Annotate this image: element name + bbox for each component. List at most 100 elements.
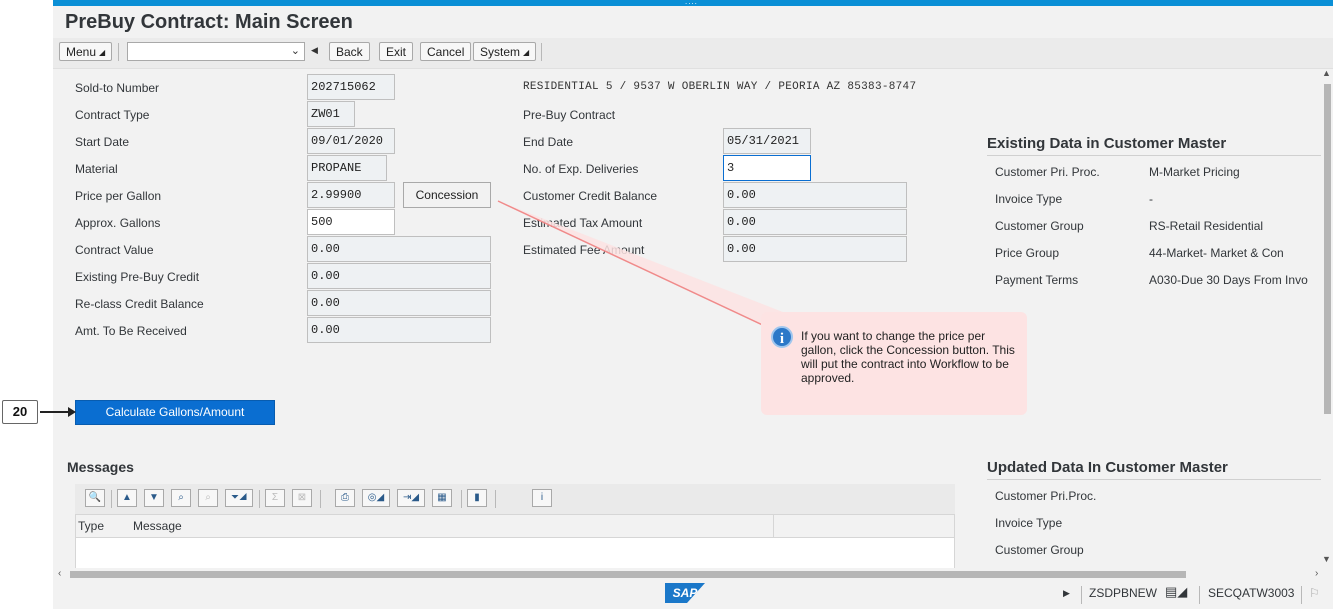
contract-type-field[interactable]: ZW01 bbox=[307, 101, 355, 127]
material-field[interactable]: PROPANE bbox=[307, 155, 387, 181]
exp-deliveries-label: No. of Exp. Deliveries bbox=[523, 162, 639, 176]
step-badge: 20 bbox=[2, 400, 38, 424]
exp-deliveries-field[interactable]: 3 bbox=[723, 155, 811, 181]
vertical-scrollbar[interactable]: ▲ ▼ bbox=[1321, 68, 1333, 568]
layout-icon[interactable]: ▦ bbox=[432, 489, 452, 507]
scroll-left-icon[interactable]: ‹ bbox=[58, 568, 61, 579]
scroll-up-icon[interactable]: ▲ bbox=[1322, 68, 1331, 78]
end-date-field[interactable]: 05/31/2021 bbox=[723, 128, 811, 154]
column-divider bbox=[773, 515, 774, 537]
info-icon[interactable]: i bbox=[532, 489, 552, 507]
exit-button[interactable]: Exit bbox=[379, 42, 414, 61]
existing-invoice-type-value: - bbox=[1149, 192, 1153, 206]
status-separator bbox=[1301, 586, 1302, 604]
updated-customer-group-label: Customer Group bbox=[995, 543, 1084, 557]
sold-to-field[interactable]: 202715062 bbox=[307, 74, 395, 100]
system-button[interactable]: System ◢ bbox=[473, 42, 537, 61]
contract-value-field[interactable]: 0.00 bbox=[307, 236, 491, 262]
toolbar: Menu ◢ ⌄ ◀ Back Exit Cancel System ◢ bbox=[53, 38, 1333, 69]
filter-icon[interactable]: ⏷◢ bbox=[225, 489, 253, 507]
horizontal-scrollbar[interactable]: ‹ › bbox=[53, 568, 1333, 580]
vertical-scroll-thumb[interactable] bbox=[1324, 84, 1331, 414]
existing-payment-terms-value: A030-Due 30 Days From Invo bbox=[1149, 273, 1308, 287]
subtotal-icon[interactable]: ⊠ bbox=[292, 489, 312, 507]
amt-to-be-received-label: Amt. To Be Received bbox=[75, 324, 187, 338]
chevron-down-icon[interactable]: ⌄ bbox=[291, 44, 300, 57]
toolbar-separator bbox=[461, 490, 462, 508]
toolbar-separator bbox=[541, 43, 542, 61]
scroll-down-icon[interactable]: ▼ bbox=[1322, 554, 1331, 564]
horizontal-scroll-thumb[interactable] bbox=[70, 571, 1186, 578]
contract-type-label: Contract Type bbox=[75, 108, 150, 122]
existing-customer-group-label: Customer Group bbox=[995, 219, 1084, 233]
existing-prebuy-credit-field[interactable]: 0.00 bbox=[307, 263, 491, 289]
existing-price-group-label: Price Group bbox=[995, 246, 1060, 260]
app-window: PreBuy Contract: Main Screen Menu ◢ ⌄ ◀ B… bbox=[53, 6, 1333, 609]
toolbar-separator bbox=[320, 490, 321, 508]
callout-text: If you want to change the price per gall… bbox=[801, 329, 1015, 385]
reclass-credit-balance-field[interactable]: 0.00 bbox=[307, 290, 491, 316]
toolbar-separator bbox=[495, 490, 496, 508]
step-arrow-line bbox=[40, 411, 70, 413]
graphic-icon[interactable]: ▮ bbox=[467, 489, 487, 507]
concession-button[interactable]: Concession bbox=[403, 182, 491, 208]
reclass-credit-balance-label: Re-class Credit Balance bbox=[75, 297, 204, 311]
existing-payment-terms-label: Payment Terms bbox=[995, 273, 1079, 287]
status-expand-icon[interactable]: ▶ bbox=[1063, 588, 1070, 599]
toolbar-separator bbox=[111, 490, 112, 508]
existing-pri-proc-value: M-Market Pricing bbox=[1149, 165, 1240, 179]
details-icon[interactable]: 🔍 bbox=[85, 489, 105, 507]
menu-button[interactable]: Menu ◢ bbox=[59, 42, 113, 61]
nav-left-icon[interactable]: ◀ bbox=[311, 45, 318, 56]
messages-heading: Messages bbox=[67, 459, 134, 475]
export-icon[interactable]: ⇥◢ bbox=[397, 489, 425, 507]
approx-gallons-field[interactable]: 500 bbox=[307, 209, 395, 235]
existing-pri-proc-label: Customer Pri. Proc. bbox=[995, 165, 1100, 179]
find-icon[interactable]: ⌕ bbox=[171, 489, 191, 507]
sort-descending-icon[interactable]: ▼ bbox=[144, 489, 164, 507]
updated-master-heading: Updated Data In Customer Master bbox=[987, 459, 1228, 476]
start-date-label: Start Date bbox=[75, 135, 130, 149]
session-info-icon[interactable]: ▤◢ bbox=[1165, 584, 1187, 600]
sum-icon[interactable]: Σ bbox=[265, 489, 285, 507]
status-separator bbox=[1081, 586, 1082, 604]
start-date-field[interactable]: 09/01/2020 bbox=[307, 128, 395, 154]
amt-to-be-received-field[interactable]: 0.00 bbox=[307, 317, 491, 343]
existing-price-group-value: 44-Market- Market & Con bbox=[1149, 246, 1284, 260]
dropdown-caret-icon: ◢ bbox=[523, 48, 530, 57]
end-date-label: End Date bbox=[523, 135, 574, 149]
info-icon: i bbox=[771, 326, 793, 348]
flag-icon[interactable]: ⚐ bbox=[1309, 586, 1320, 600]
updated-pri-proc-label: Customer Pri.Proc. bbox=[995, 489, 1097, 503]
scroll-right-icon[interactable]: › bbox=[1315, 568, 1318, 579]
dropdown-caret-icon: ◢ bbox=[99, 48, 106, 57]
material-label: Material bbox=[75, 162, 118, 176]
command-field[interactable]: ⌄ bbox=[127, 42, 305, 61]
find-next-icon[interactable]: ⌕ bbox=[198, 489, 218, 507]
calculate-gallons-amount-button[interactable]: Calculate Gallons/Amount bbox=[75, 400, 275, 425]
column-header-message[interactable]: Message bbox=[133, 519, 182, 533]
print-icon[interactable]: ⎙ bbox=[335, 489, 355, 507]
system-button-label: System bbox=[480, 45, 521, 59]
system-id: SECQATW3003 bbox=[1208, 586, 1295, 600]
messages-table-header: Type Message bbox=[76, 515, 954, 538]
back-button[interactable]: Back bbox=[329, 42, 370, 61]
existing-prebuy-credit-label: Existing Pre-Buy Credit bbox=[75, 270, 200, 284]
contract-kind-label: Pre-Buy Contract bbox=[523, 108, 616, 122]
existing-invoice-type-label: Invoice Type bbox=[995, 192, 1063, 206]
price-per-gallon-field[interactable]: 2.99900 bbox=[307, 182, 395, 208]
customer-address: RESIDENTIAL 5 / 9537 W OBERLIN WAY / PEO… bbox=[523, 81, 917, 93]
column-header-type[interactable]: Type bbox=[78, 519, 104, 533]
toolbar-separator bbox=[259, 490, 260, 508]
price-per-gallon-label: Price per Gallon bbox=[75, 189, 162, 203]
status-bar: SAP ▶ ZSDPBNEW ▤◢ SECQATW3003 ⚐ bbox=[53, 580, 1333, 609]
step-arrow-head bbox=[68, 407, 76, 417]
views-icon[interactable]: ◎◢ bbox=[362, 489, 390, 507]
cancel-button[interactable]: Cancel bbox=[420, 42, 472, 61]
menu-button-label: Menu bbox=[66, 45, 97, 59]
messages-toolbar: 🔍 ▲ ▼ ⌕ ⌕ ⏷◢ Σ ⊠ ⎙ ◎◢ ⇥◢ ▦ ▮ i bbox=[75, 484, 955, 514]
sold-to-label: Sold-to Number bbox=[75, 81, 160, 95]
sap-logo: SAP bbox=[665, 583, 705, 603]
transaction-code: ZSDPBNEW bbox=[1089, 586, 1158, 600]
sort-ascending-icon[interactable]: ▲ bbox=[117, 489, 137, 507]
